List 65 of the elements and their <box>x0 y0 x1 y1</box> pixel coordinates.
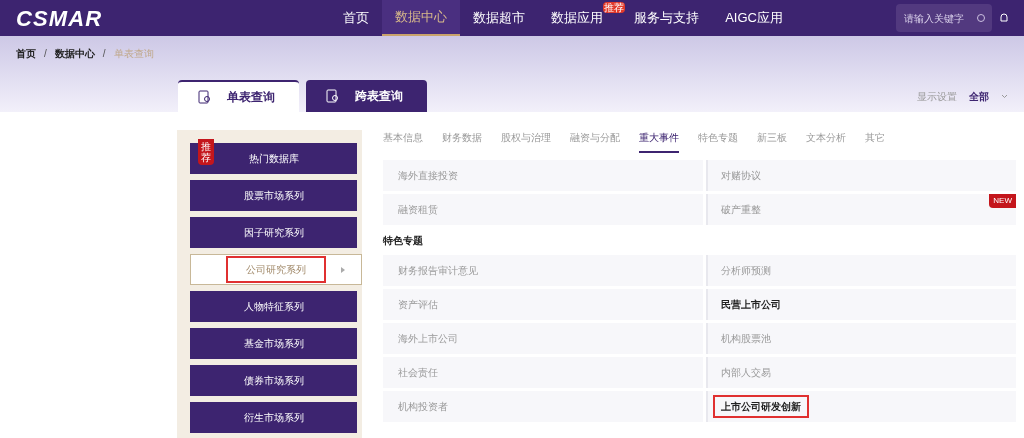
category-tab[interactable]: 其它 <box>865 130 885 151</box>
chevron-down-icon <box>1001 94 1008 99</box>
breadcrumb-separator: / <box>44 47 47 61</box>
table-search-icon <box>326 89 339 103</box>
item-label: 因子研究系列 <box>242 226 305 240</box>
section-title: 特色专题 <box>383 233 424 248</box>
sidebar-item[interactable]: 股票市场系列 <box>190 180 357 211</box>
sidebar-item[interactable]: 债券市场系列 <box>190 365 357 396</box>
sidebar-item[interactable]: 基金市场系列 <box>190 328 357 359</box>
category-tab[interactable]: 重大事件 <box>639 130 679 153</box>
sidebar-item[interactable]: 人物特征系列 <box>190 291 357 322</box>
item-label: 融资租赁 <box>398 203 438 217</box>
category-tab[interactable]: 融资与分配 <box>570 130 620 151</box>
recommend-badge: 推荐 <box>198 139 214 165</box>
item-label: 人物特征系列 <box>242 300 305 314</box>
caret-right-icon <box>341 266 345 273</box>
nav-link[interactable]: 数据应用 <box>538 0 604 36</box>
item-label: 基金市场系列 <box>242 337 305 351</box>
category-tab[interactable]: 新三板 <box>757 130 787 151</box>
table-search-icon <box>198 90 211 104</box>
item-label: 股票市场系列 <box>242 189 305 203</box>
breadcrumb-link[interactable]: 数据中心 <box>54 46 95 61</box>
dataset-item[interactable]: 民营上市公司 <box>706 289 1016 320</box>
query-tab[interactable]: 单表查询 <box>178 80 299 112</box>
display-filter-dropdown[interactable]: 全部 <box>969 89 1008 104</box>
item-label: 海外直接投资 <box>398 169 458 183</box>
nav-link[interactable]: AIGC应用 <box>712 0 796 36</box>
item-label: 破产重整 <box>721 203 761 217</box>
search-field[interactable]: 请输入关键字 <box>896 4 992 32</box>
category-tab[interactable]: 基本信息 <box>383 130 423 151</box>
query-tab[interactable]: 跨表查询 <box>306 80 427 112</box>
category-tab[interactable]: 特色专题 <box>698 130 738 151</box>
nav-link[interactable]: 数据中心 <box>382 0 461 36</box>
item-label: 上市公司研发创新 <box>715 397 807 416</box>
item-label: 内部人交易 <box>721 366 771 380</box>
category-tab[interactable]: 股权与治理 <box>501 130 551 151</box>
nav-link[interactable]: 数据超市 <box>460 0 539 36</box>
breadcrumb-link[interactable]: 首页 <box>16 46 36 61</box>
dataset-item[interactable]: 上市公司研发创新 <box>706 391 1016 422</box>
item-label: 对赌协议 <box>721 169 761 183</box>
bell-icon[interactable] <box>1000 12 1008 24</box>
category-tab[interactable]: 财务数据 <box>442 130 482 151</box>
sidebar-item[interactable]: 因子研究系列 <box>190 217 357 248</box>
item-label: 分析师预测 <box>721 264 771 278</box>
sidebar-item[interactable]: 公司研究系列 <box>190 254 362 285</box>
item-label: 民营上市公司 <box>721 298 781 312</box>
item-label: 债券市场系列 <box>242 374 305 388</box>
breadcrumb-separator: / <box>102 47 106 61</box>
item-label: 社会责任 <box>398 366 438 380</box>
logo[interactable]: CSMAR <box>16 1 103 35</box>
category-tab[interactable]: 文本分析 <box>806 130 846 151</box>
dataset-item[interactable]: 破产重整 NEW <box>706 194 1016 225</box>
item-label: 财务报告审计意见 <box>398 264 478 278</box>
item-label: 热门数据库 <box>247 152 300 166</box>
new-ribbon: NEW <box>989 194 1016 208</box>
recommend-badge: 推荐 <box>603 2 626 13</box>
item-label: 海外上市公司 <box>398 332 458 346</box>
item-label: 机构股票池 <box>721 332 771 346</box>
item-label: 机构投资者 <box>398 400 448 414</box>
item-label: 公司研究系列 <box>228 258 324 281</box>
item-label: 衍生市场系列 <box>242 411 305 425</box>
nav-link[interactable]: 首页 <box>330 0 383 36</box>
display-settings-label: 显示设置 <box>917 90 957 104</box>
sidebar-item[interactable]: 衍生市场系列 <box>190 402 357 433</box>
item-label: 资产评估 <box>398 298 438 312</box>
